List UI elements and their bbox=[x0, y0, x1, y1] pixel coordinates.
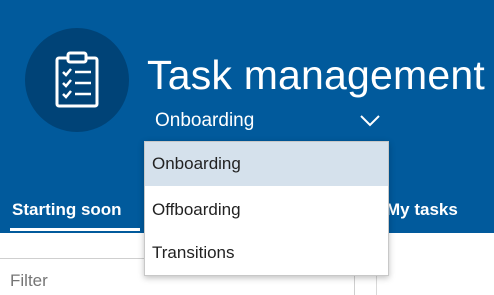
chevron-down-icon[interactable] bbox=[359, 112, 381, 128]
tab-my-tasks[interactable]: My tasks bbox=[386, 200, 458, 220]
dropdown-option-transitions[interactable]: Transitions bbox=[145, 231, 388, 275]
active-tab-indicator bbox=[10, 228, 140, 231]
dropdown-option-onboarding[interactable]: Onboarding bbox=[145, 142, 388, 186]
dropdown-option-offboarding[interactable]: Offboarding bbox=[145, 188, 388, 232]
app-title: Task management bbox=[147, 52, 486, 98]
selector-value: Onboarding bbox=[155, 110, 255, 131]
tab-starting-soon[interactable]: Starting soon bbox=[12, 200, 122, 220]
category-selector[interactable]: Onboarding bbox=[153, 108, 385, 136]
selector-dropdown: Onboarding Offboarding Transitions bbox=[144, 141, 389, 276]
clipboard-checklist-icon bbox=[25, 28, 129, 132]
